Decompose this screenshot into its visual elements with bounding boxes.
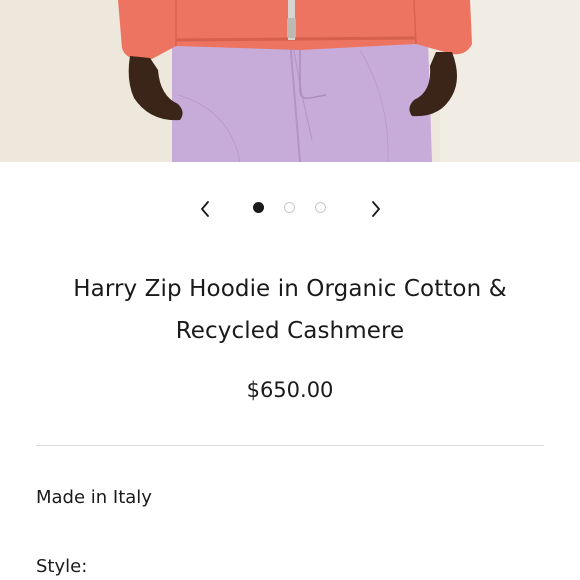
product-title: Harry Zip Hoodie in Organic Cotton & Rec… [73, 276, 507, 344]
carousel-dot-3[interactable] [315, 202, 326, 213]
next-image-button[interactable] [361, 192, 391, 226]
chevron-left-icon [201, 201, 209, 217]
image-carousel-controls [0, 192, 580, 226]
product-price: $650.00 [246, 378, 334, 402]
carousel-dot-2[interactable] [284, 202, 295, 213]
product-image[interactable] [0, 0, 580, 162]
product-origin: Made in Italy [36, 487, 152, 508]
section-divider [36, 445, 544, 446]
style-label: Style: [36, 556, 88, 577]
product-photo-illustration [0, 0, 580, 162]
previous-image-button[interactable] [190, 192, 220, 226]
chevron-right-icon [372, 201, 380, 217]
carousel-dot-1[interactable] [253, 202, 264, 213]
